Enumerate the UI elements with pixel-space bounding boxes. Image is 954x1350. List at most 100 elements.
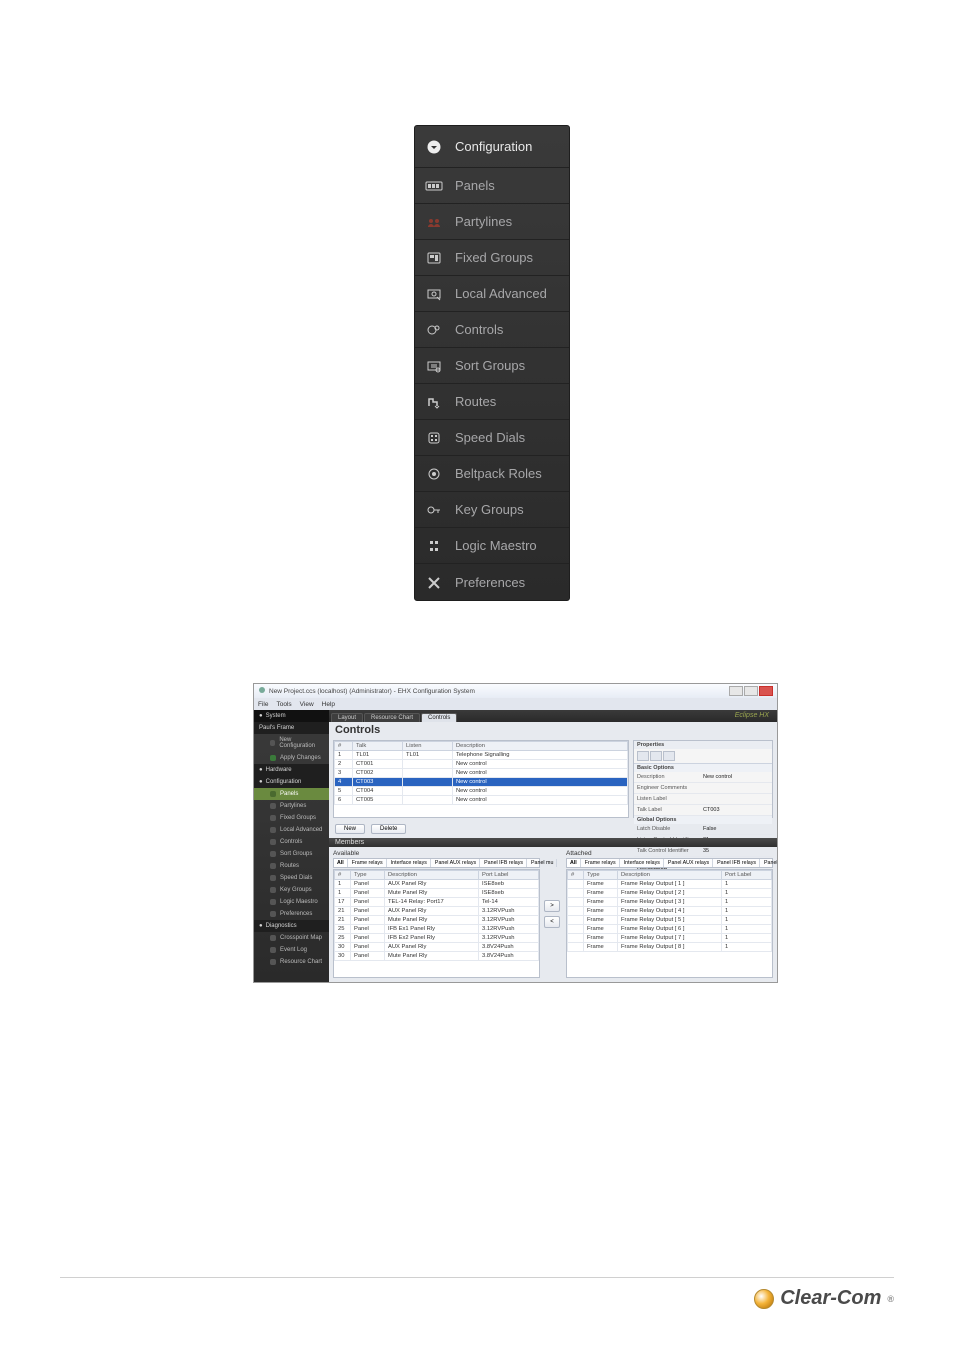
- table-row[interactable]: 5CT004New control: [335, 787, 628, 796]
- nav-item-event-log[interactable]: Event Log: [254, 944, 329, 956]
- nav-item-logic-maestro[interactable]: Logic Maestro: [254, 896, 329, 908]
- delete-button[interactable]: Delete: [371, 824, 406, 834]
- nav-item-key-groups[interactable]: Key Groups: [254, 884, 329, 896]
- move-left-button[interactable]: <: [544, 916, 560, 928]
- table-row[interactable]: 30PanelAUX Panel Rly3.8V24Push: [335, 943, 539, 952]
- property-row[interactable]: Listen Label: [634, 794, 772, 805]
- menu-item-routes[interactable]: Routes: [415, 384, 569, 420]
- nav-item-partylines[interactable]: Partylines: [254, 800, 329, 812]
- table-row[interactable]: 25PanelIFB Ex1 Panel Rly3.12RVPush: [335, 925, 539, 934]
- tab-controls[interactable]: Controls: [421, 713, 457, 722]
- col-type[interactable]: Type: [351, 871, 385, 880]
- minimize-button[interactable]: [729, 686, 743, 696]
- nav-item-controls[interactable]: Controls: [254, 836, 329, 848]
- filter-panel-ifb-relays[interactable]: Panel IFB relays: [714, 859, 760, 867]
- filter-frame-relays[interactable]: Frame relays: [349, 859, 387, 867]
- nav-item-routes[interactable]: Routes: [254, 860, 329, 872]
- col-port[interactable]: Port Label: [722, 871, 772, 880]
- prop-tool-3[interactable]: [663, 751, 675, 761]
- nav-section-frame[interactable]: Paul's Frame: [254, 722, 329, 734]
- move-right-button[interactable]: >: [544, 900, 560, 912]
- col-listen[interactable]: Listen: [403, 742, 453, 751]
- menu-item-panels[interactable]: Panels: [415, 168, 569, 204]
- col-port[interactable]: Port Label: [479, 871, 539, 880]
- table-row[interactable]: FrameFrame Relay Output [ 8 ]1: [568, 943, 772, 952]
- filter-panel-aux-relays[interactable]: Panel AUX relays: [665, 859, 713, 867]
- table-row[interactable]: 21PanelAUX Panel Rly3.12RVPush: [335, 907, 539, 916]
- filter-all[interactable]: All: [567, 859, 581, 867]
- table-row[interactable]: 30PanelMute Panel Rly3.8V24Push: [335, 952, 539, 961]
- filter-frame-relays[interactable]: Frame relays: [582, 859, 620, 867]
- close-button[interactable]: [759, 686, 773, 696]
- table-row[interactable]: 25PanelIFB Ex2 Panel Rly3.12RVPush: [335, 934, 539, 943]
- col-n[interactable]: #: [568, 871, 584, 880]
- table-row[interactable]: 21PanelMute Panel Rly3.12RVPush: [335, 916, 539, 925]
- nav-item-new-configuration[interactable]: New Configuration: [254, 734, 329, 752]
- new-button[interactable]: New: [335, 824, 365, 834]
- col-n[interactable]: #: [335, 871, 351, 880]
- maximize-button[interactable]: [744, 686, 758, 696]
- table-row[interactable]: 4CT003New control: [335, 778, 628, 787]
- filter-interface-relays[interactable]: Interface relays: [621, 859, 664, 867]
- table-row[interactable]: FrameFrame Relay Output [ 6 ]1: [568, 925, 772, 934]
- property-row[interactable]: Engineer Comments: [634, 783, 772, 794]
- nav-item-sort-groups[interactable]: Sort Groups: [254, 848, 329, 860]
- table-row[interactable]: FrameFrame Relay Output [ 4 ]1: [568, 907, 772, 916]
- nav-item-apply-changes[interactable]: Apply Changes: [254, 752, 329, 764]
- menu-item-sort-groups[interactable]: Sort Groups: [415, 348, 569, 384]
- filter-interface-relays[interactable]: Interface relays: [388, 859, 431, 867]
- nav-item-preferences[interactable]: Preferences: [254, 908, 329, 920]
- nav-section-configuration[interactable]: ●Configuration: [254, 776, 329, 788]
- col-description[interactable]: Description: [453, 742, 628, 751]
- nav-section-hardware[interactable]: ●Hardware: [254, 764, 329, 776]
- nav-item-panels[interactable]: Panels: [254, 788, 329, 800]
- menu-item-key-groups[interactable]: Key Groups: [415, 492, 569, 528]
- menu-tools[interactable]: Tools: [276, 701, 291, 708]
- nav-item-fixed-groups[interactable]: Fixed Groups: [254, 812, 329, 824]
- menu-item-speed-dials[interactable]: Speed Dials: [415, 420, 569, 456]
- menu-view[interactable]: View: [300, 701, 314, 708]
- nav-item-local-advanced[interactable]: Local Advanced: [254, 824, 329, 836]
- table-row[interactable]: FrameFrame Relay Output [ 3 ]1: [568, 898, 772, 907]
- filter-panel-aux-relays[interactable]: Panel AUX relays: [432, 859, 480, 867]
- table-row[interactable]: FrameFrame Relay Output [ 2 ]1: [568, 889, 772, 898]
- filter-all[interactable]: All: [334, 859, 348, 867]
- property-row[interactable]: DescriptionNew control: [634, 772, 772, 783]
- col-desc[interactable]: Description: [618, 871, 722, 880]
- menu-item-beltpack-roles[interactable]: Beltpack Roles: [415, 456, 569, 492]
- table-row[interactable]: 17PanelTEL-14 Relay: Port17Tel-14: [335, 898, 539, 907]
- col-desc[interactable]: Description: [385, 871, 479, 880]
- prop-tool-2[interactable]: [650, 751, 662, 761]
- col-talk[interactable]: Talk: [353, 742, 403, 751]
- menu-help[interactable]: Help: [322, 701, 335, 708]
- available-grid[interactable]: # Type Description Port Label 1PanelAUX …: [333, 869, 540, 978]
- menu-item-logic-maestro[interactable]: Logic Maestro: [415, 528, 569, 564]
- menu-item-fixed-groups[interactable]: Fixed Groups: [415, 240, 569, 276]
- table-row[interactable]: FrameFrame Relay Output [ 1 ]1: [568, 880, 772, 889]
- menu-item-configuration[interactable]: Configuration: [415, 126, 569, 168]
- property-row[interactable]: Talk LabelCT003: [634, 805, 772, 816]
- table-row[interactable]: FrameFrame Relay Output [ 7 ]1: [568, 934, 772, 943]
- col-type[interactable]: Type: [584, 871, 618, 880]
- table-row[interactable]: 1TL01TL01Telephone Signalling: [335, 751, 628, 760]
- menu-file[interactable]: File: [258, 701, 268, 708]
- attached-grid[interactable]: # Type Description Port Label FrameFrame…: [566, 869, 773, 978]
- table-row[interactable]: 2CT001New control: [335, 760, 628, 769]
- menu-item-partylines[interactable]: Partylines: [415, 204, 569, 240]
- prop-group-basic[interactable]: Basic Options: [634, 764, 772, 772]
- nav-section-diagnostics[interactable]: ●Diagnostics: [254, 920, 329, 932]
- table-row[interactable]: 6CT005New control: [335, 796, 628, 805]
- table-row[interactable]: 3CT002New control: [335, 769, 628, 778]
- filter-panel-ifb-relays[interactable]: Panel IFB relays: [481, 859, 527, 867]
- nav-section-system[interactable]: ● System: [254, 710, 329, 722]
- nav-item-resource-chart[interactable]: Resource Chart: [254, 956, 329, 968]
- menu-item-preferences[interactable]: Preferences: [415, 564, 569, 600]
- menu-item-local-advanced[interactable]: Local Advanced: [415, 276, 569, 312]
- nav-item-crosspoint-map[interactable]: Crosspoint Map: [254, 932, 329, 944]
- nav-item-speed-dials[interactable]: Speed Dials: [254, 872, 329, 884]
- filter-panel-mu[interactable]: Panel mu: [761, 859, 778, 867]
- prop-tool-1[interactable]: [637, 751, 649, 761]
- tab-resource-chart[interactable]: Resource Chart: [364, 713, 420, 722]
- controls-grid[interactable]: # Talk Listen Description 1TL01TL01Telep…: [333, 740, 629, 818]
- tab-layout[interactable]: Layout: [331, 713, 363, 722]
